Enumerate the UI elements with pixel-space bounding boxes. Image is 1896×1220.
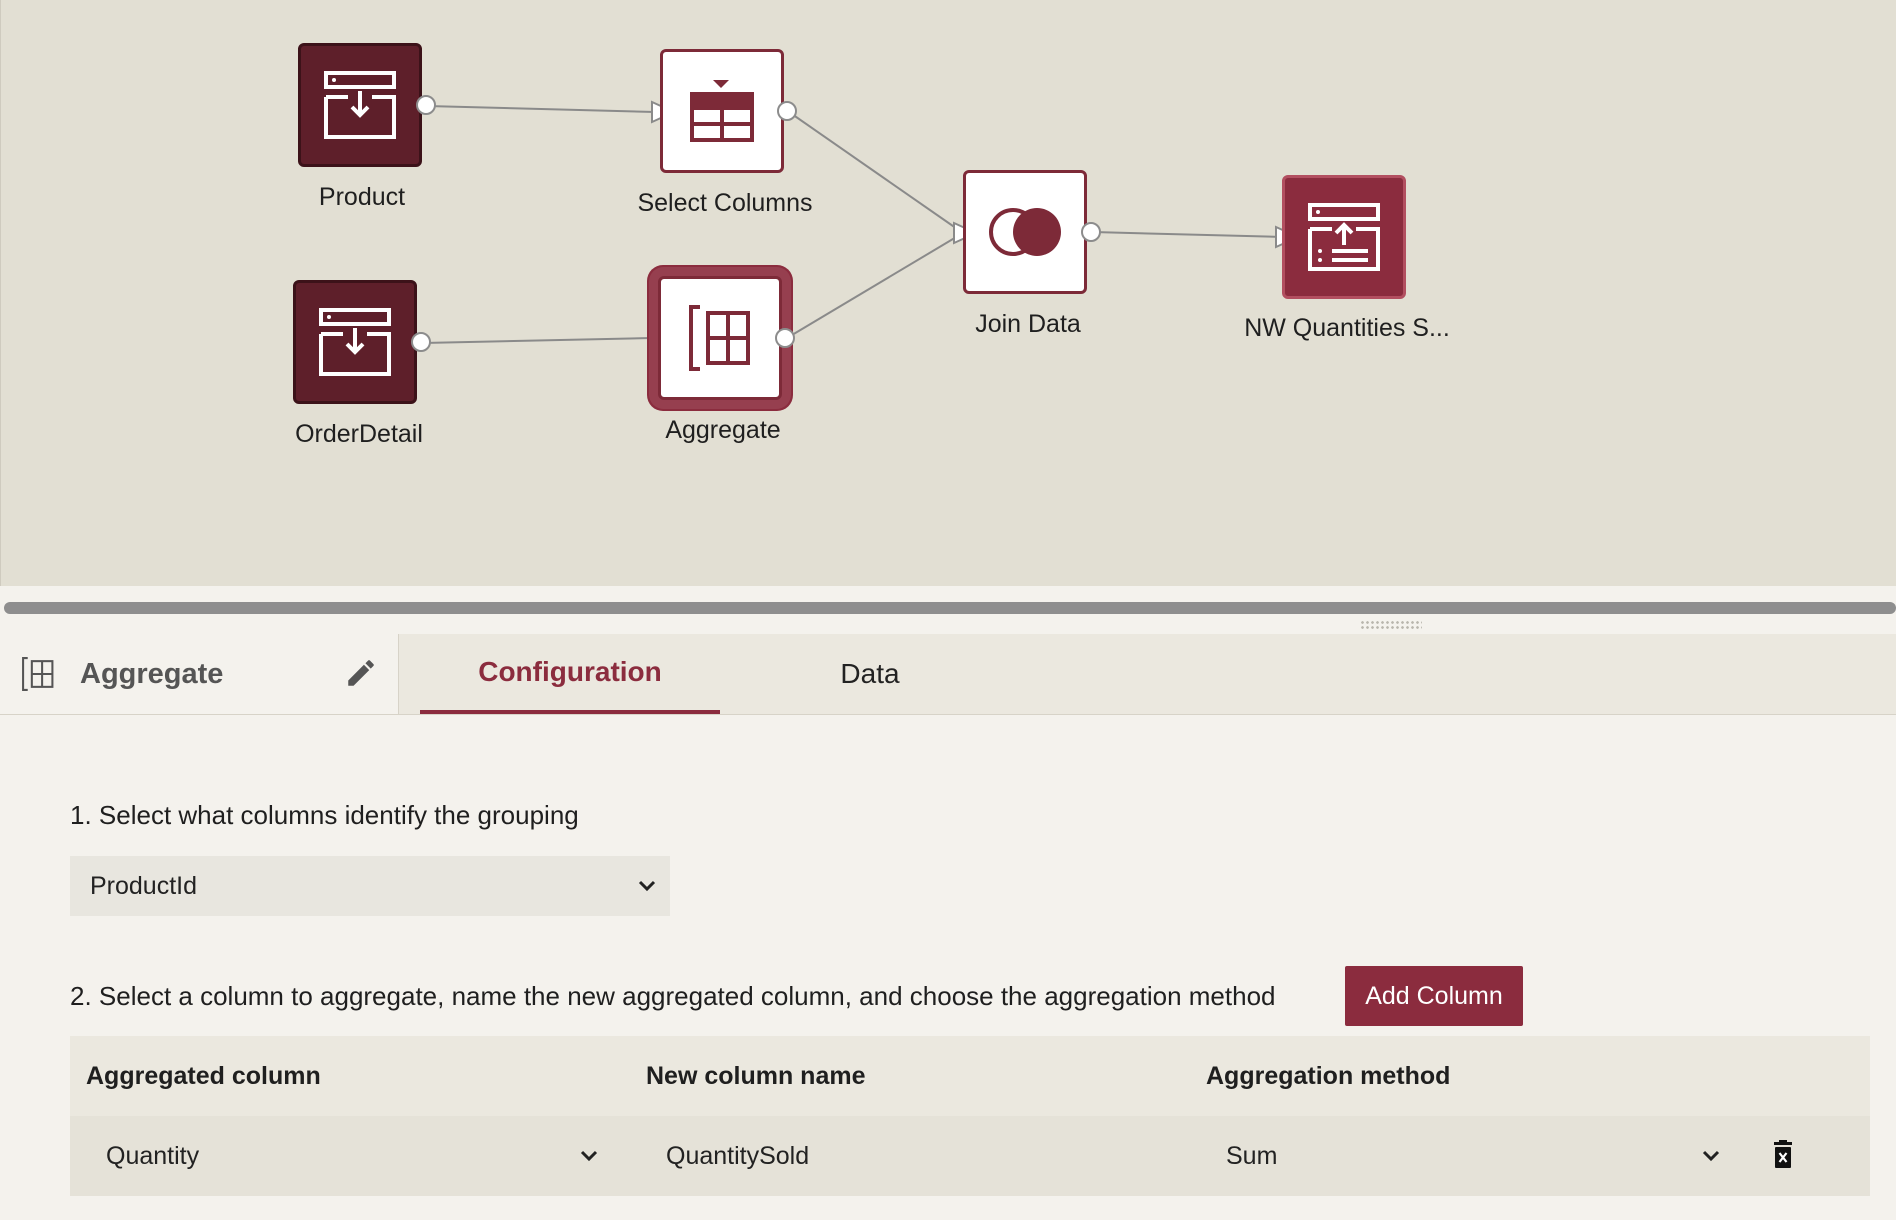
edge-select-columns-to-join — [788, 111, 964, 234]
grouping-select[interactable]: ProductId — [70, 856, 670, 916]
edge-orderdetail-to-aggregate — [422, 337, 652, 344]
column-header-aggregation-method: Aggregation method — [1206, 1062, 1451, 1090]
step2-label: 2. Select a column to aggregate, name th… — [70, 981, 1276, 1011]
edge-product-to-select-columns — [426, 105, 656, 113]
node-orderdetail[interactable] — [293, 280, 417, 404]
panel-splitter[interactable] — [4, 602, 1896, 614]
edge-join-to-output — [1092, 231, 1284, 238]
aggregate-icon — [689, 305, 750, 371]
table-header: Aggregated column New column name Aggreg… — [70, 1036, 1870, 1116]
aggregation-method-value: Sum — [1226, 1142, 1278, 1170]
aggregation-method-select[interactable]: Sum — [1190, 1116, 1750, 1196]
node-label-nw-quantities: NW Quantities S... — [1244, 314, 1450, 342]
dataset-export-icon — [1308, 203, 1380, 271]
panel-header: Aggregate Configuration Data — [0, 634, 1896, 715]
new-column-name-value: QuantitySold — [666, 1142, 810, 1170]
resize-grip-icon[interactable] — [1360, 620, 1422, 630]
aggregation-table: Aggregated column New column name Aggreg… — [70, 1036, 1870, 1196]
trash-icon[interactable] — [1770, 1140, 1796, 1170]
flow-edges — [422, 100, 1301, 350]
node-product[interactable] — [298, 43, 422, 167]
node-label-aggregate: Aggregate — [665, 416, 781, 444]
add-column-button[interactable]: Add Column — [1345, 966, 1523, 1026]
output-port-aggregate[interactable] — [775, 328, 795, 348]
chevron-down-icon — [580, 1150, 598, 1162]
output-port-orderdetail[interactable] — [411, 332, 431, 352]
dataset-import-icon — [324, 71, 396, 139]
output-port-join-data[interactable] — [1081, 222, 1101, 242]
node-label-join-data: Join Data — [975, 310, 1081, 338]
node-label-select-columns: Select Columns — [637, 189, 813, 217]
tab-data[interactable]: Data — [770, 634, 970, 714]
node-aggregate[interactable] — [658, 276, 782, 400]
grouping-select-value: ProductId — [90, 871, 198, 900]
node-nw-quantities[interactable] — [1282, 175, 1406, 299]
join-venn-icon — [989, 208, 1061, 256]
step1-label: 1. Select what columns identify the grou… — [70, 800, 579, 830]
pencil-icon[interactable] — [344, 656, 378, 690]
chevron-down-icon — [638, 880, 656, 892]
tab-configuration[interactable]: Configuration — [420, 634, 720, 714]
node-select-columns[interactable] — [660, 49, 784, 173]
node-title: Aggregate — [80, 658, 224, 690]
node-label-orderdetail: OrderDetail — [295, 420, 423, 448]
new-column-name-input[interactable]: QuantitySold — [630, 1116, 1170, 1196]
aggregated-column-select[interactable]: Quantity — [70, 1116, 610, 1196]
edge-aggregate-to-join — [786, 232, 964, 339]
column-header-new-column-name: New column name — [646, 1062, 866, 1090]
chevron-down-icon — [1702, 1150, 1720, 1162]
node-label-product: Product — [318, 183, 406, 211]
flow-canvas[interactable]: Product Select Columns OrderDetail Aggre… — [0, 0, 1896, 586]
node-join-data[interactable] — [963, 170, 1087, 294]
node-title-box: Aggregate — [0, 634, 399, 714]
table-row: Quantity QuantitySold Sum — [70, 1116, 1870, 1196]
aggregated-column-value: Quantity — [106, 1142, 200, 1170]
output-port-product[interactable] — [416, 95, 436, 115]
aggregate-icon — [22, 657, 54, 691]
column-header-aggregated-column: Aggregated column — [86, 1062, 321, 1090]
table-columns-icon — [690, 80, 754, 142]
output-port-select-columns[interactable] — [777, 101, 797, 121]
dataset-import-icon — [319, 308, 391, 376]
